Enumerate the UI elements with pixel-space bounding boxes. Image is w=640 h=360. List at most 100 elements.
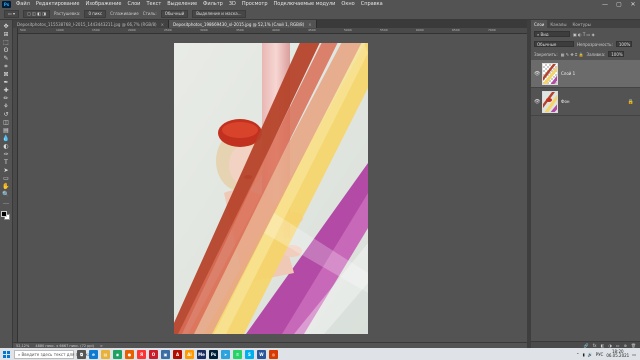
panel-tab[interactable]: Слои — [531, 20, 548, 28]
close-icon[interactable]: × — [161, 22, 164, 27]
opacity-input[interactable]: 100% — [615, 41, 632, 47]
move-icon[interactable]: ✥ — [2, 23, 11, 30]
pen-icon[interactable]: ✑ — [2, 151, 11, 158]
folder-icon[interactable]: ▭ — [616, 343, 620, 348]
layer-filter-select[interactable]: ⌕ Вид — [534, 31, 570, 37]
document-tab[interactable]: Depositphotos_115538768_l-2015_144344321… — [13, 20, 169, 28]
feather-input[interactable]: 0 пикс — [84, 9, 107, 18]
panel-tab[interactable]: Контуры — [569, 20, 593, 28]
hand-icon[interactable]: ✋ — [2, 183, 11, 190]
move-icon[interactable]: ▭ ▾ — [4, 9, 20, 18]
menu-item[interactable]: Выделение — [164, 1, 200, 7]
menu-item[interactable]: Изображение — [82, 1, 124, 7]
word-icon[interactable]: W — [257, 349, 266, 359]
gradient-icon[interactable]: ▤ — [2, 127, 11, 134]
eye-icon[interactable]: 👁 — [534, 99, 540, 105]
lock-icon[interactable]: 🔒 — [628, 99, 634, 105]
illustrator-icon[interactable]: Ai — [185, 349, 194, 359]
lock-options-icons[interactable]: ▦ ✎ ✥ ⌗ 🔒 — [561, 52, 584, 57]
menu-item[interactable]: Редактирование — [33, 1, 83, 7]
selection-mode-icons[interactable]: ▢ ◫ ◧ ◨ — [23, 9, 50, 18]
screen-recorder-icon[interactable]: ◎ — [269, 349, 278, 359]
zoom-icon[interactable]: 🔍 — [2, 191, 11, 198]
acrobat-icon[interactable]: A — [173, 349, 182, 359]
chevron-up-icon[interactable]: ⌃ — [576, 352, 579, 357]
lasso-icon[interactable]: ʘ — [2, 47, 11, 54]
blur-icon[interactable]: 💧 — [2, 135, 11, 142]
photoshop-icon[interactable]: Ps — [209, 349, 218, 359]
style-select[interactable]: Обычный — [160, 9, 189, 18]
volume-icon[interactable]: 🔊 — [588, 352, 593, 357]
telegram-icon[interactable]: ➤ — [221, 349, 230, 359]
language-indicator[interactable]: РУС — [596, 352, 604, 357]
more-tools-icon[interactable]: … — [2, 199, 11, 206]
spot-heal-icon[interactable]: ✚ — [2, 87, 11, 94]
edge-icon[interactable]: e — [89, 349, 98, 359]
antialias-checkbox[interactable]: Сглаживание — [110, 11, 139, 16]
chrome-icon[interactable]: ◉ — [113, 349, 122, 359]
select-mask-button[interactable]: Выделение и маска... — [192, 9, 246, 18]
close-icon[interactable]: × — [308, 22, 311, 27]
notifications-icon[interactable]: ▭ — [632, 352, 636, 357]
fx-icon[interactable]: fx — [593, 343, 597, 348]
brush-icon[interactable]: ✏ — [2, 95, 11, 102]
foreground-color[interactable] — [1, 211, 7, 217]
photoshop-logo[interactable]: Ps — [2, 0, 11, 8]
color-swatches[interactable] — [1, 211, 11, 221]
rectangle-icon[interactable]: ▭ — [2, 175, 11, 182]
zoom-level[interactable]: 52,12% — [16, 344, 29, 348]
fill-input[interactable]: 100% — [608, 51, 625, 57]
firefox-icon[interactable]: ● — [125, 349, 134, 359]
stamp-icon[interactable]: ⚘ — [2, 103, 11, 110]
history-brush-icon[interactable]: ↺ — [2, 111, 11, 118]
menu-item[interactable]: Фильтр — [200, 1, 226, 7]
whatsapp-icon[interactable]: ✆ — [233, 349, 242, 359]
crop-icon[interactable]: ⌗ — [2, 63, 11, 70]
menu-item[interactable]: Текст — [143, 1, 164, 7]
close-icon[interactable]: ✕ — [626, 1, 640, 8]
layer-row[interactable]: 👁 Фон 🔒 — [531, 88, 640, 116]
adjustment-icon[interactable]: ◑ — [608, 343, 612, 348]
eyedropper-icon[interactable]: ✒ — [2, 79, 11, 86]
new-layer-icon[interactable]: ⊕ — [624, 343, 627, 348]
menu-item[interactable]: Подключаемые модули — [271, 1, 339, 7]
frame-icon[interactable]: ⊠ — [2, 71, 11, 78]
menu-item[interactable]: Просмотр — [239, 1, 271, 7]
menu-item[interactable]: 3D — [226, 1, 239, 7]
task-view-icon[interactable]: ⧉ — [77, 349, 86, 359]
path-select-icon[interactable]: ➤ — [2, 167, 11, 174]
network-icon[interactable]: ▮ — [582, 352, 584, 357]
menu-item[interactable]: Файл — [13, 1, 33, 7]
mask-icon[interactable]: ◧ — [601, 343, 605, 348]
maximize-icon[interactable]: ▢ — [612, 1, 626, 8]
minimize-icon[interactable]: — — [598, 1, 612, 8]
skype-icon[interactable]: S — [245, 349, 254, 359]
taskbar-search-input[interactable]: ⌕ Введите здесь текст для поиска — [14, 349, 90, 359]
eraser-icon[interactable]: ◫ — [2, 119, 11, 126]
dodge-icon[interactable]: ◐ — [2, 143, 11, 150]
menu-item[interactable]: Справка — [358, 1, 386, 7]
menu-item[interactable]: Слои — [124, 1, 143, 7]
panel-tab[interactable]: Каналы — [547, 20, 569, 28]
eye-icon[interactable]: 👁 — [534, 71, 540, 77]
yandex-icon[interactable]: Я — [137, 349, 146, 359]
filter-icons[interactable]: ▣ ◐ T ▭ ◈ — [573, 32, 595, 37]
opera-icon[interactable]: O — [149, 349, 158, 359]
marquee-icon[interactable]: ⬚ — [2, 39, 11, 46]
blend-mode-select[interactable]: Обычные — [534, 41, 574, 47]
files-icon[interactable]: ▣ — [161, 349, 170, 359]
layer-row[interactable]: 👁 Слой 1 — [531, 60, 640, 88]
trash-icon[interactable]: 🗑 — [631, 343, 636, 348]
windows-start-icon[interactable] — [2, 350, 11, 359]
menu-item[interactable]: Окно — [338, 1, 357, 7]
artboard-icon[interactable]: ⊞ — [2, 31, 11, 38]
clock[interactable]: 18:20 06.05.2021 — [606, 349, 629, 358]
link-icon[interactable]: 🔗 — [584, 343, 589, 348]
explorer-icon[interactable]: ▤ — [101, 349, 110, 359]
document-canvas[interactable] — [174, 43, 368, 334]
media-encoder-icon[interactable]: Me — [197, 349, 206, 359]
document-tab[interactable]: Depositphotos_198669430_xl-2015.jpg @ 52… — [168, 20, 317, 28]
quick-select-icon[interactable]: ✎ — [2, 55, 11, 62]
status-menu-arrow[interactable]: > — [100, 344, 103, 348]
type-icon[interactable]: T — [2, 159, 11, 166]
